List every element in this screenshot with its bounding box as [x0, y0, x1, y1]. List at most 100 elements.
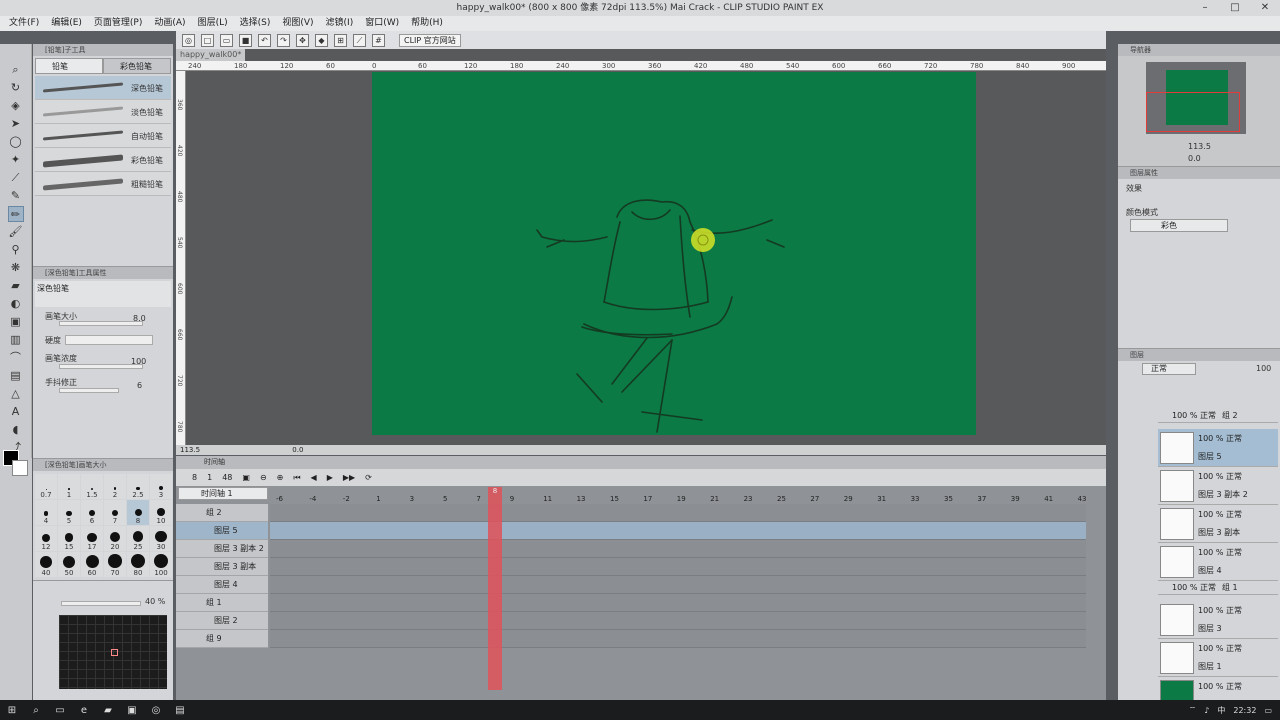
brush-size-cell[interactable]: 12 [35, 526, 57, 551]
brush-size-cell[interactable]: 40 [35, 552, 57, 577]
brush-size-cell[interactable]: 8 [127, 500, 149, 525]
eyedropper-icon[interactable]: ⟋ [8, 170, 24, 186]
maximize-icon[interactable]: □ [1220, 0, 1250, 16]
save-icon[interactable]: ■ [239, 33, 252, 47]
brush-size-cell[interactable]: 100 [150, 552, 172, 577]
redo-icon[interactable]: ↷ [277, 33, 290, 47]
brush-size-cell[interactable]: 25 [127, 526, 149, 551]
brush-size-value[interactable]: 8.0 [133, 314, 146, 323]
clip-studio-icon[interactable]: ◎ [182, 33, 195, 47]
drawing-canvas[interactable] [372, 72, 976, 435]
volume-icon[interactable]: ♪ [1204, 706, 1209, 715]
nav-angle-value[interactable]: 0.0 [1188, 154, 1201, 163]
zoom-icon[interactable]: ⌕ [8, 62, 24, 78]
object-icon[interactable]: ➤ [8, 116, 24, 132]
expression-select[interactable]: 彩色 [1130, 219, 1228, 232]
network-icon[interactable]: ⌔ [1189, 705, 1197, 715]
brush-size-cell[interactable]: 70 [104, 552, 126, 577]
timeline-frames[interactable] [270, 558, 1086, 576]
airbrush-icon[interactable]: ⚲ [8, 242, 24, 258]
layer-opacity-value[interactable]: 100 [1256, 364, 1271, 373]
zoom-in-icon[interactable]: ⊕ [277, 473, 284, 482]
menu-item[interactable]: 文件(F) [9, 16, 39, 31]
ruler-icon[interactable]: △ [8, 386, 24, 402]
snap-icon[interactable]: ⊞ [334, 33, 347, 47]
wand-icon[interactable]: ✦ [8, 152, 24, 168]
notification-icon[interactable]: ▭ [1264, 706, 1272, 715]
brush-item[interactable]: 自动铅笔 [35, 124, 171, 148]
timeline-frames[interactable] [270, 540, 1086, 558]
opacity-slider[interactable] [61, 601, 141, 606]
timeline-frames[interactable] [270, 522, 1086, 540]
frame-end-value[interactable]: 48 [222, 473, 232, 482]
timeline-frames[interactable] [270, 630, 1086, 648]
menu-item[interactable]: 选择(S) [240, 16, 271, 31]
timeline-track-layer[interactable]: 图层 3 副本 [176, 558, 268, 576]
lasso-icon[interactable]: ◯ [8, 134, 24, 150]
menu-item[interactable]: 编辑(E) [51, 16, 82, 31]
layer-item[interactable]: 100 % 正常 图层 3 [1158, 601, 1278, 639]
close-icon[interactable]: ✕ [1250, 0, 1280, 16]
gradient-icon[interactable]: ▥ [8, 332, 24, 348]
blend-icon[interactable]: ◐ [8, 296, 24, 312]
brush-size-cell[interactable]: 80 [127, 552, 149, 577]
brush-size-slider[interactable] [59, 321, 143, 326]
nav-zoom-value[interactable]: 113.5 [1188, 142, 1211, 151]
brush-size-cell[interactable]: 1.5 [81, 474, 103, 499]
loop-icon[interactable]: ⟳ [365, 473, 372, 482]
brush-size-cell[interactable]: 30 [150, 526, 172, 551]
navigator-viewbox[interactable] [1146, 92, 1240, 132]
play-icon[interactable]: ▶ [327, 473, 333, 482]
blend-mode-select[interactable]: 正常 [1142, 363, 1196, 375]
balloon-icon[interactable]: ◖ [8, 422, 24, 438]
first-frame-icon[interactable]: ⏮ [293, 473, 300, 483]
ruler-snap-icon[interactable]: ⟋ [353, 33, 366, 47]
fill-icon[interactable]: ◆ [315, 33, 328, 47]
menu-item[interactable]: 视图(V) [282, 16, 313, 31]
timeline-track-layer[interactable]: 图层 5 [176, 522, 268, 540]
timeline-track-folder[interactable]: 组 2 [176, 504, 268, 522]
open-file-icon[interactable]: ▭ [220, 33, 233, 47]
layer-item[interactable]: 100 % 正常 图层 4 [1158, 543, 1278, 581]
app-task-icon[interactable]: ▤ [168, 705, 192, 716]
layer-folder[interactable]: 100 % 正常组 2 [1158, 409, 1278, 423]
new-file-icon[interactable]: □ [201, 33, 214, 47]
clip-studio-task-icon[interactable]: ◎ [144, 705, 168, 716]
brush-item[interactable]: 深色铅笔 [35, 76, 171, 100]
zoom-out-icon[interactable]: ⊖ [260, 473, 267, 482]
timeline-selector[interactable]: 时间轴 1 [178, 487, 268, 500]
prev-frame-icon[interactable]: ◀ [311, 473, 317, 482]
grid-icon[interactable]: # [372, 33, 385, 47]
stabilization-slider[interactable] [59, 388, 119, 393]
sub-color-swatch[interactable] [12, 460, 28, 476]
brush-item[interactable]: 淡色铅笔 [35, 100, 171, 124]
text-icon[interactable]: A [8, 404, 24, 420]
menu-item[interactable]: 页面管理(P) [94, 16, 142, 31]
menu-item[interactable]: 帮助(H) [411, 16, 443, 31]
timeline-track-layer[interactable]: 图层 3 副本 2 [176, 540, 268, 558]
timeline-track-layer[interactable]: 图层 2 [176, 612, 268, 630]
brush-size-cell[interactable]: 0.7 [35, 474, 57, 499]
pen-icon[interactable]: ✎ [8, 188, 24, 204]
task-view-icon[interactable]: ▭ [48, 705, 72, 716]
brush-item[interactable]: 彩色铅笔 [35, 148, 171, 172]
timeline-frames[interactable] [270, 594, 1086, 612]
brush-size-cell[interactable]: 17 [81, 526, 103, 551]
onion-skin-icon[interactable]: ▣ [242, 473, 250, 482]
menu-item[interactable]: 窗口(W) [365, 16, 399, 31]
brush-item[interactable]: 粗糙铅笔 [35, 172, 171, 196]
layer-item[interactable]: 100 % 正常 图层 3 副本 [1158, 505, 1278, 543]
folder-icon[interactable]: ▰ [96, 705, 120, 716]
zoom-value[interactable]: 113.5 [180, 446, 200, 454]
search-icon[interactable]: ⌕ [24, 705, 48, 716]
tab-pencil[interactable]: 铅笔 [35, 58, 103, 74]
frame-icon[interactable]: ▤ [8, 368, 24, 384]
brush-size-cell[interactable]: 20 [104, 526, 126, 551]
pencil-icon[interactable]: ✏ [7, 206, 24, 222]
clock[interactable]: 22:32 [1233, 706, 1256, 715]
transform-icon[interactable]: ✥ [296, 33, 309, 47]
menu-item[interactable]: 滤镜(I) [326, 16, 354, 31]
timeline-frames[interactable] [270, 612, 1086, 630]
menu-item[interactable]: 动画(A) [154, 16, 185, 31]
clip-website-button[interactable]: CLIP 官方网站 [399, 33, 461, 47]
